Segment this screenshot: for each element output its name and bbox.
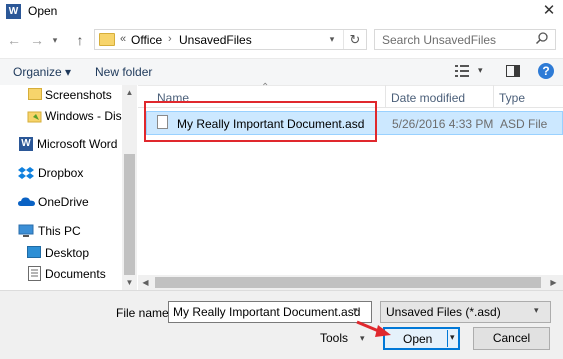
- chevron-down-icon[interactable]: ▾: [534, 305, 539, 316]
- breadcrumb-office[interactable]: Office: [131, 33, 162, 47]
- file-date-modified: 5/26/2016 4:33 PM: [392, 117, 494, 131]
- cancel-button[interactable]: Cancel: [473, 327, 550, 350]
- scroll-up-icon[interactable]: ▲: [122, 85, 137, 100]
- preview-pane-icon[interactable]: [506, 65, 520, 77]
- forward-arrow-icon[interactable]: →: [29, 31, 45, 49]
- filetype-select[interactable]: Unsaved Files (*.asd) ▾: [380, 301, 551, 323]
- close-button[interactable]: ✕: [538, 1, 560, 21]
- filename-field[interactable]: My Really Important Document.asd ▾: [168, 301, 372, 323]
- column-header-type[interactable]: Type: [499, 91, 525, 105]
- new-folder-button[interactable]: New folder: [95, 65, 152, 79]
- onedrive-icon: [18, 196, 35, 210]
- nav-item-onedrive[interactable]: OneDrive: [0, 192, 122, 212]
- tools-button[interactable]: Tools: [320, 331, 348, 345]
- scroll-down-icon[interactable]: ▼: [122, 275, 137, 290]
- organize-button[interactable]: Organize ▾: [13, 65, 71, 79]
- title-bar: W Open ✕: [0, 0, 563, 24]
- nav-item-label: Desktop: [45, 246, 90, 260]
- nav-item-screenshots[interactable]: Screenshots: [0, 85, 122, 105]
- folder-icon: [28, 88, 42, 100]
- chevron-down-icon[interactable]: ▾: [50, 33, 60, 47]
- open-button[interactable]: Open ▾: [383, 327, 460, 350]
- column-divider[interactable]: [493, 85, 494, 107]
- horizontal-scrollbar[interactable]: ◀ ▶: [138, 275, 563, 290]
- split-divider: [447, 330, 448, 347]
- change-view-icon[interactable]: [455, 65, 469, 77]
- nav-item-dropbox[interactable]: Dropbox: [0, 163, 122, 183]
- search-input[interactable]: Search UnsavedFiles: [374, 29, 556, 50]
- chevron-down-icon[interactable]: ▾: [325, 32, 339, 47]
- nav-pane-scrollbar[interactable]: ▲: [122, 85, 137, 290]
- documents-icon: [28, 266, 41, 284]
- sort-ascending-icon: ⌃: [261, 82, 270, 93]
- dialog-footer: File name: My Really Important Document.…: [0, 290, 563, 359]
- filetype-value: Unsaved Files (*.asd): [386, 305, 501, 319]
- search-placeholder: Search UnsavedFiles: [382, 33, 497, 47]
- filename-label: File name:: [116, 306, 173, 320]
- nav-item-label: Dropbox: [38, 166, 84, 180]
- open-label: Open: [403, 332, 433, 346]
- chevron-down-icon[interactable]: ▾: [450, 332, 455, 343]
- word-icon: W: [6, 4, 21, 19]
- scrollbar-thumb[interactable]: [124, 154, 135, 282]
- nav-item-label: Windows - Disk: [45, 109, 128, 123]
- filename-value: My Really Important Document.asd: [173, 305, 361, 319]
- window-title: Open: [28, 4, 58, 18]
- column-header-date-modified[interactable]: Date modified: [391, 91, 465, 105]
- nav-item-desktop[interactable]: Desktop: [0, 243, 122, 263]
- nav-item-label: This PC: [38, 224, 81, 238]
- breadcrumb-overflow[interactable]: «: [120, 33, 126, 45]
- nav-item-label: OneDrive: [38, 195, 89, 209]
- navigation-pane: Screenshots Windows - Disk W Microsoft W…: [0, 85, 138, 290]
- up-arrow-icon[interactable]: ↑: [72, 31, 88, 49]
- word-icon: W: [19, 137, 33, 151]
- nav-item-this-pc[interactable]: This PC: [0, 221, 122, 241]
- scroll-left-icon[interactable]: ◀: [138, 275, 153, 290]
- folder-icon: [99, 33, 115, 46]
- nav-item-label: Screenshots: [45, 88, 112, 102]
- desktop-icon: [27, 246, 41, 258]
- red-arrow-annotation: [356, 320, 391, 337]
- breadcrumb-separator[interactable]: ›: [168, 33, 172, 45]
- scroll-right-icon[interactable]: ▶: [546, 275, 561, 290]
- column-divider[interactable]: [385, 85, 386, 107]
- red-highlight-annotation: [144, 101, 377, 142]
- chevron-down-icon[interactable]: ▾: [353, 305, 358, 316]
- nav-item-documents[interactable]: Documents: [0, 264, 122, 284]
- search-icon[interactable]: [535, 31, 549, 48]
- chevron-down-icon[interactable]: ▾: [478, 65, 483, 76]
- nav-item-label: Documents: [45, 267, 106, 281]
- nav-item-microsoft-word[interactable]: W Microsoft Word: [0, 134, 122, 154]
- help-icon[interactable]: ?: [538, 63, 554, 79]
- refresh-icon[interactable]: ↻: [343, 30, 366, 49]
- address-bar[interactable]: « Office › UnsavedFiles ▾ ↻: [94, 29, 367, 50]
- file-type: ASD File: [500, 117, 548, 131]
- onedrive-folder-icon: [27, 108, 43, 127]
- nav-item-label: Microsoft Word: [37, 137, 118, 151]
- computer-icon: [18, 224, 34, 241]
- scrollbar-thumb[interactable]: [155, 277, 541, 288]
- dropbox-icon: [18, 165, 34, 184]
- command-toolbar: Organize ▾ New folder ▾ ?: [0, 58, 563, 86]
- breadcrumb-unsavedfiles[interactable]: UnsavedFiles: [179, 33, 252, 47]
- back-arrow-icon[interactable]: ←: [6, 31, 22, 49]
- nav-item-windows-disk[interactable]: Windows - Disk: [0, 106, 128, 127]
